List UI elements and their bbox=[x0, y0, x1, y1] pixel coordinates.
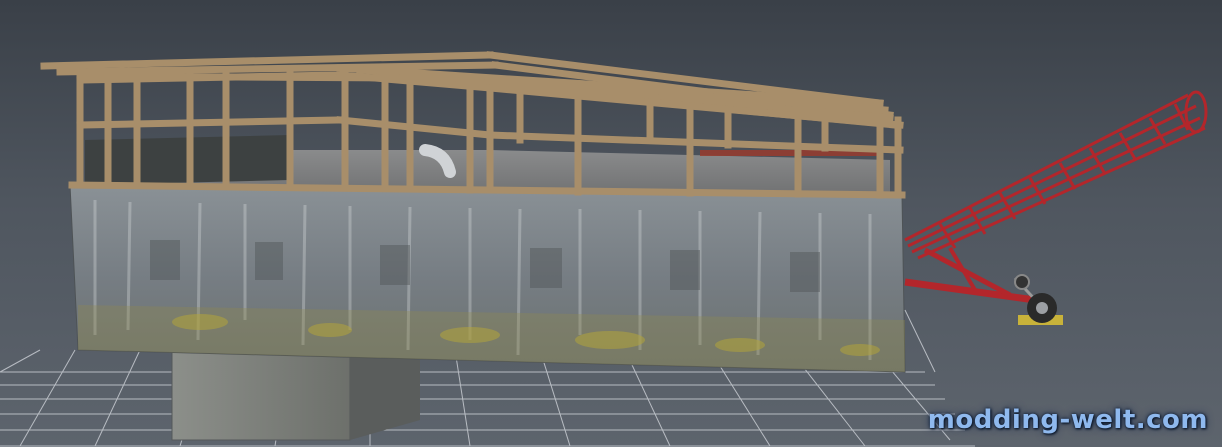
foundation-block bbox=[171, 347, 420, 441]
scene-render bbox=[0, 51, 1208, 447]
watermark-text: modding-welt.com bbox=[927, 405, 1208, 435]
3d-viewport[interactable]: modding-welt.com bbox=[0, 0, 1222, 447]
concrete-wall bbox=[69, 184, 906, 373]
conveyor-belt bbox=[904, 90, 1208, 325]
